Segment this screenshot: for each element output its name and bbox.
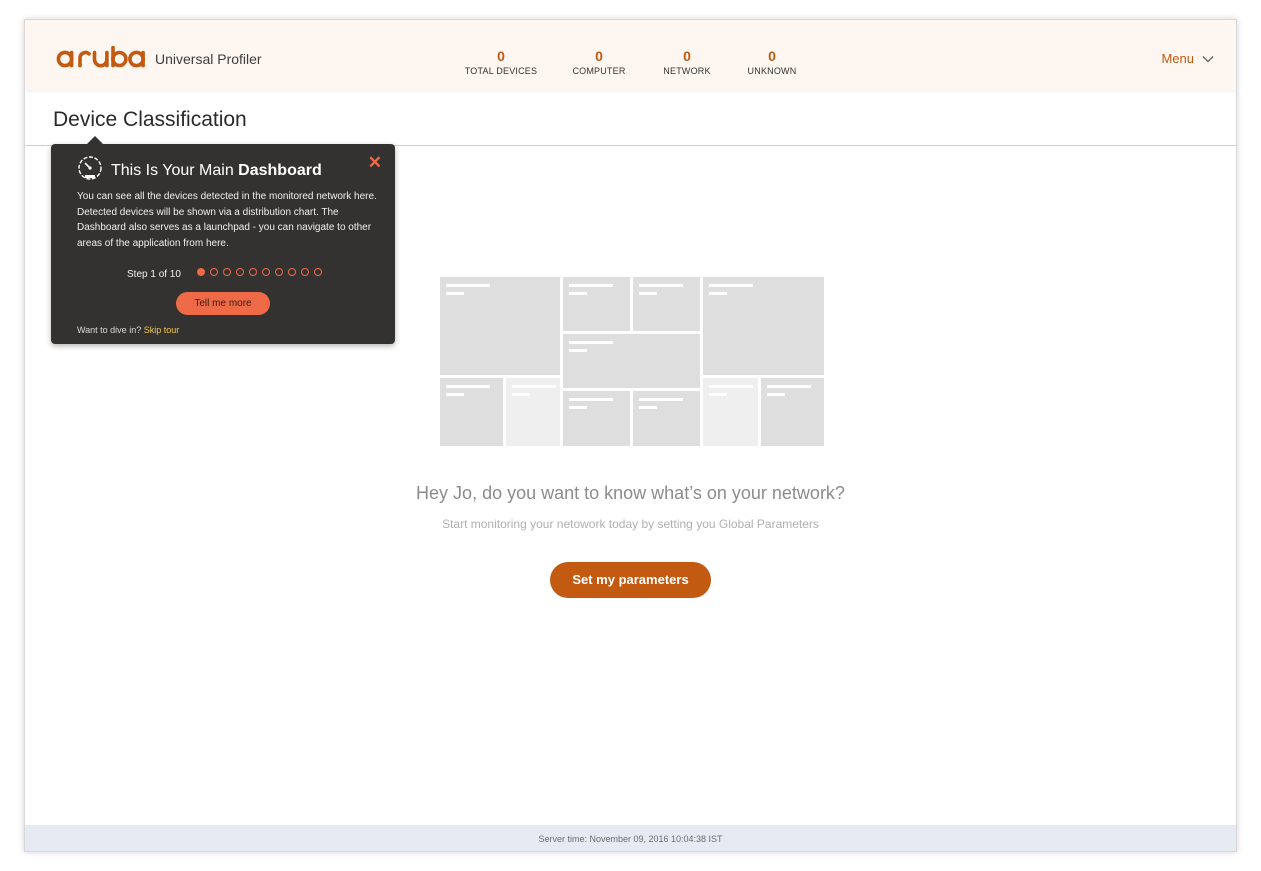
tour-step-dot[interactable]: [223, 268, 231, 276]
server-time: Server time: November 09, 2016 10:04:38 …: [538, 834, 723, 844]
dashboard-placeholder-illustration: [440, 277, 824, 446]
stat-unknown[interactable]: 0 UNKNOWN: [722, 48, 822, 78]
top-header: Universal Profiler 0 TOTAL DEVICES 0 COM…: [25, 20, 1236, 90]
tell-me-more-button[interactable]: Tell me more: [176, 292, 270, 315]
tour-step-dot[interactable]: [314, 268, 322, 276]
tour-title-prefix: This Is Your Main: [111, 162, 239, 179]
tour-popover-arrow: [87, 136, 103, 144]
tour-title: This Is Your Main Dashboard: [111, 162, 322, 180]
tour-step-indicator: [197, 268, 322, 276]
empty-state-subtext: Start monitoring your netowork today by …: [442, 517, 819, 531]
tour-step-dot[interactable]: [301, 268, 309, 276]
tour-step-dot[interactable]: [236, 268, 244, 276]
stat-total-devices[interactable]: 0 TOTAL DEVICES: [451, 48, 551, 78]
tour-step-dot[interactable]: [275, 268, 283, 276]
tour-step-dot[interactable]: [249, 268, 257, 276]
aruba-logo: [56, 46, 145, 68]
stat-label: COMPUTER: [572, 66, 626, 76]
tour-step-dot[interactable]: [288, 268, 296, 276]
stat-computer[interactable]: 0 COMPUTER: [549, 48, 649, 78]
chevron-down-icon: [1202, 55, 1214, 62]
stat-label: UNKNOWN: [747, 66, 797, 76]
tour-step-dot[interactable]: [262, 268, 270, 276]
stat-value: 0: [497, 48, 505, 64]
status-footer: Server time: November 09, 2016 10:04:38 …: [25, 825, 1236, 851]
menu-label: Menu: [1161, 51, 1194, 66]
tour-step-dot[interactable]: [197, 268, 205, 276]
empty-state-headline: Hey Jo, do you want to know what’s on yo…: [416, 483, 845, 503]
tour-step-dot[interactable]: [210, 268, 218, 276]
stat-value: 0: [768, 48, 776, 64]
tour-footer: Want to dive in? Skip tour: [77, 325, 179, 335]
menu-button[interactable]: Menu: [1161, 51, 1214, 66]
stat-label: TOTAL DEVICES: [464, 66, 538, 76]
stat-value: 0: [595, 48, 603, 64]
page-title: Device Classification: [53, 108, 247, 131]
tour-title-bold: Dashboard: [238, 162, 322, 179]
skip-tour-link[interactable]: Skip tour: [144, 325, 180, 335]
tour-step-label: Step 1 of 10: [127, 269, 181, 280]
tour-body-text: You can see all the devices detected in …: [77, 191, 377, 249]
app-window: Universal Profiler 0 TOTAL DEVICES 0 COM…: [24, 19, 1237, 852]
tour-footer-prompt: Want to dive in?: [77, 325, 142, 335]
speedometer-icon: [78, 156, 102, 180]
close-icon[interactable]: ✕: [368, 153, 382, 173]
product-name: Universal Profiler: [155, 51, 262, 67]
set-parameters-button[interactable]: Set my parameters: [550, 562, 711, 598]
tour-popover: This Is Your Main Dashboard ✕ You can se…: [51, 136, 395, 344]
